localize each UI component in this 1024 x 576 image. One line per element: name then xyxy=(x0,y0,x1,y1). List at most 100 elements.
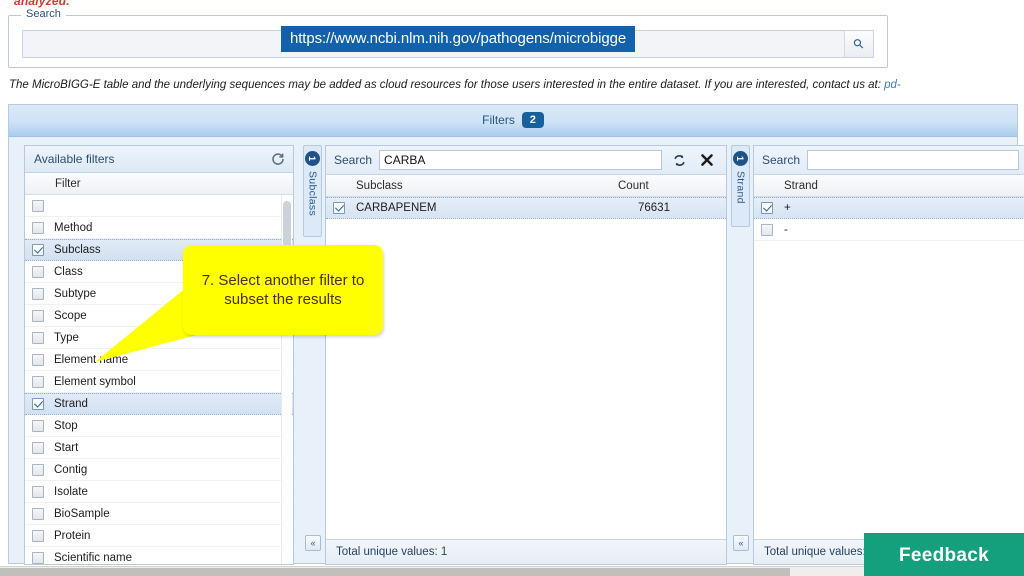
available-filter-row[interactable]: Contig xyxy=(25,459,293,481)
filter-checkbox[interactable] xyxy=(32,287,44,300)
filter-checkbox[interactable] xyxy=(32,199,44,212)
available-filter-label: Protein xyxy=(54,529,91,542)
vertical-tab-subclass[interactable]: 1 Subclass xyxy=(303,145,322,237)
callout-bubble: 7. Select another filter to subset the r… xyxy=(183,245,383,335)
search-icon: ⚲ xyxy=(849,34,868,53)
subclass-search-input[interactable] xyxy=(379,150,662,170)
page-root: analyzed. Search ⚲ https://www.ncbi.nlm.… xyxy=(0,0,1024,576)
subclass-clear-icon[interactable] xyxy=(696,149,718,171)
cutoff-red-text: analyzed. xyxy=(14,0,70,8)
strand-value-label: - xyxy=(784,223,788,236)
available-filter-label: Scientific name xyxy=(54,551,132,564)
filter-checkbox[interactable] xyxy=(32,485,44,498)
available-filter-row[interactable]: Isolate xyxy=(25,481,293,503)
available-filter-row[interactable]: Strand xyxy=(25,393,293,415)
subclass-value-list[interactable]: CARBAPENEM 76631 xyxy=(326,197,726,537)
callout-text: 7. Select another filter to subset the r… xyxy=(201,271,365,308)
info-paragraph-text: The MicroBIGG-E table and the underlying… xyxy=(9,79,881,91)
strand-value-list[interactable]: + - xyxy=(754,197,1024,537)
subclass-search-bar: Search xyxy=(326,146,726,175)
filter-checkbox[interactable] xyxy=(32,551,44,564)
filter-checkbox[interactable] xyxy=(32,331,44,344)
strand-value-checkbox[interactable] xyxy=(761,223,773,236)
filter-checkbox[interactable] xyxy=(32,398,44,410)
subclass-value-count: 76631 xyxy=(638,202,670,214)
strand-panel: Search Strand + - Total unique values: 2 xyxy=(753,145,1024,565)
subclass-value-row[interactable]: CARBAPENEM 76631 xyxy=(326,197,726,219)
collapse-strand-button[interactable]: « xyxy=(733,535,749,551)
filter-checkbox[interactable] xyxy=(32,463,44,476)
filter-checkbox[interactable] xyxy=(32,529,44,542)
filter-checkbox[interactable] xyxy=(32,221,44,234)
available-filters-title: Available filters xyxy=(34,152,115,166)
url-overlay: https://www.ncbi.nlm.nih.gov/pathogens/m… xyxy=(281,26,636,52)
page-hscroll-thumb[interactable] xyxy=(0,568,790,576)
available-filter-label: BioSample xyxy=(54,507,110,520)
filter-checkbox[interactable] xyxy=(32,419,44,432)
info-paragraph: The MicroBIGG-E table and the underlying… xyxy=(9,79,901,91)
strand-value-label: + xyxy=(784,202,791,214)
available-filters-header: Available filters xyxy=(25,146,293,173)
available-filter-label: Isolate xyxy=(54,485,88,498)
search-submit-button[interactable]: ⚲ xyxy=(844,31,873,57)
vertical-tab-strand[interactable]: 1 Strand xyxy=(731,145,750,227)
filters-header: Filters 2 xyxy=(9,105,1017,137)
strand-search-input[interactable] xyxy=(807,150,1019,170)
available-filter-label: Strand xyxy=(54,398,88,410)
refresh-icon[interactable] xyxy=(269,150,287,168)
available-filter-row[interactable]: Protein xyxy=(25,525,293,547)
available-filter-row[interactable]: Element name xyxy=(25,349,293,371)
subclass-panel: Search Subclass xyxy=(325,145,727,565)
column-header-strand: Strand xyxy=(784,179,818,192)
filter-checkbox[interactable] xyxy=(32,353,44,366)
filter-checkbox[interactable] xyxy=(32,244,44,256)
strand-value-row[interactable]: + xyxy=(754,197,1024,219)
subclass-refresh-icon[interactable] xyxy=(668,149,690,171)
subclass-footer: Total unique values: 1 xyxy=(326,539,726,564)
filter-checkbox[interactable] xyxy=(32,441,44,454)
available-filter-row[interactable]: Stop xyxy=(25,415,293,437)
available-filter-label: Subclass xyxy=(54,244,101,256)
vertical-tab-strand-badge: 1 xyxy=(733,151,748,166)
available-filter-label: Element symbol xyxy=(54,375,136,388)
available-filter-row[interactable] xyxy=(25,195,293,217)
filters-panel: Filters 2 Available filters Filter Method… xyxy=(8,104,1024,565)
info-email-link[interactable]: pd- xyxy=(884,79,901,91)
available-filter-label: Contig xyxy=(54,463,88,476)
available-filter-row[interactable]: Element symbol xyxy=(25,371,293,393)
filters-count-badge: 2 xyxy=(521,111,544,128)
available-filter-label: Stop xyxy=(54,419,78,432)
vertical-tab-strand-label: Strand xyxy=(734,171,747,204)
strand-search-bar: Search xyxy=(754,146,1024,175)
feedback-button[interactable]: Feedback xyxy=(864,533,1024,576)
available-filter-label: Scope xyxy=(54,309,87,322)
strand-search-label: Search xyxy=(762,153,801,167)
available-filters-panel: Available filters Filter Method Subclass C… xyxy=(24,145,294,565)
subclass-value-checkbox[interactable] xyxy=(333,202,345,214)
available-filter-label: Element name xyxy=(54,353,129,366)
filter-checkbox[interactable] xyxy=(32,375,44,388)
strand-value-row[interactable]: - xyxy=(754,219,1024,241)
available-filter-label: Class xyxy=(54,265,83,278)
filters-title-label: Filters xyxy=(482,112,515,127)
column-header-filter: Filter xyxy=(55,177,81,190)
strand-value-checkbox[interactable] xyxy=(761,202,773,214)
available-filter-row[interactable]: Start xyxy=(25,437,293,459)
collapse-subclass-button[interactable]: « xyxy=(305,535,321,551)
available-filters-column-header: Filter xyxy=(25,173,293,195)
filter-checkbox[interactable] xyxy=(32,265,44,278)
vertical-tab-subclass-label: Subclass xyxy=(306,171,319,217)
filter-checkbox[interactable] xyxy=(32,309,44,322)
filter-checkbox[interactable] xyxy=(32,507,44,520)
available-filter-label: Start xyxy=(54,441,79,454)
available-filter-row[interactable]: BioSample xyxy=(25,503,293,525)
strand-column-header: Strand xyxy=(754,175,1024,197)
available-filter-row[interactable]: Method xyxy=(25,217,293,239)
available-filter-label: Type xyxy=(54,331,79,344)
filters-title: Filters 2 xyxy=(482,111,544,129)
vertical-tab-subclass-badge: 1 xyxy=(305,151,320,166)
column-header-count: Count xyxy=(618,179,649,192)
available-filter-row[interactable]: Scientific name xyxy=(25,547,293,564)
column-header-subclass: Subclass xyxy=(356,179,403,192)
available-filter-label: Subtype xyxy=(54,287,97,300)
